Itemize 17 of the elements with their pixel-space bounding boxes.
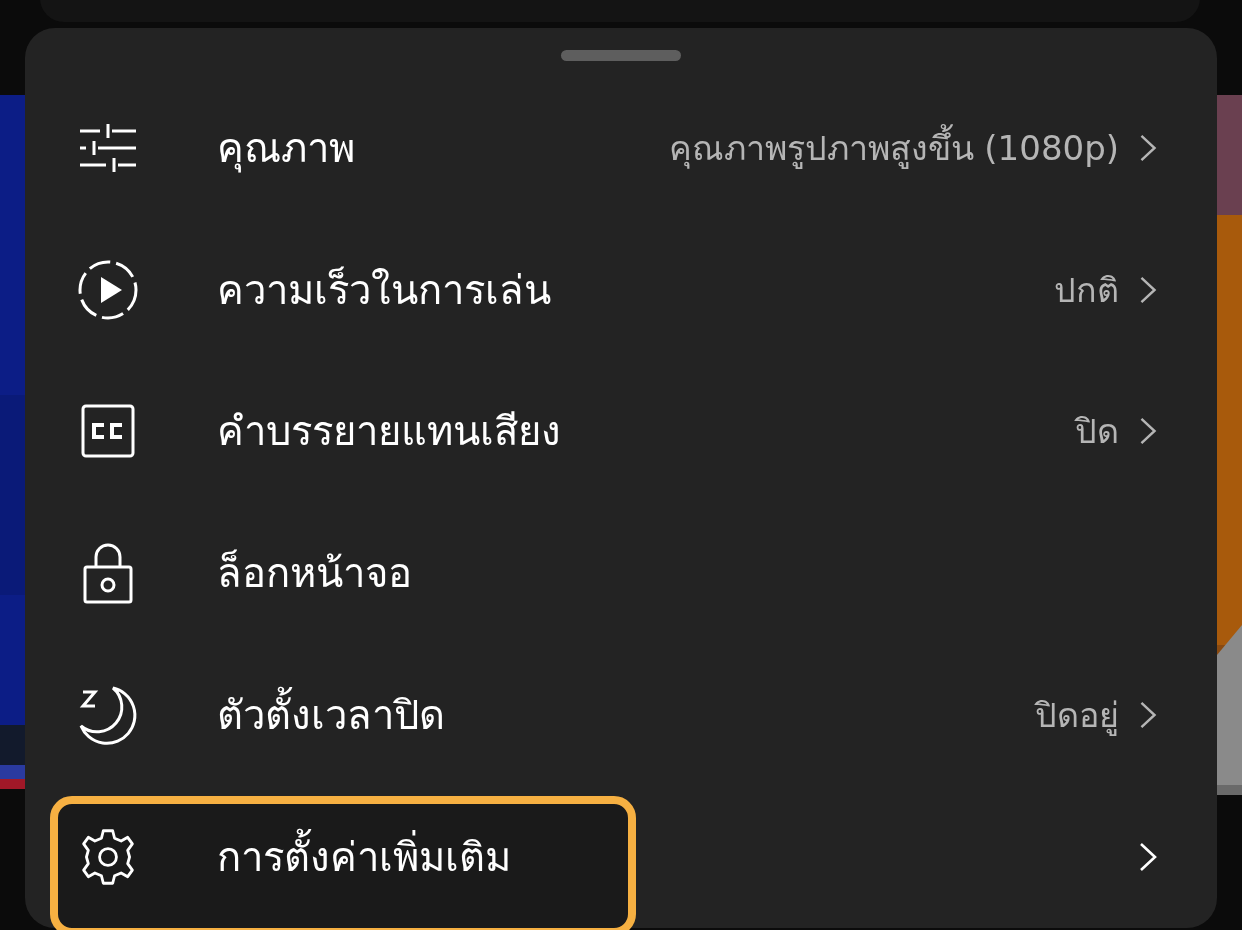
menu-label: ความเร็วในการเล่น xyxy=(217,265,551,315)
menu-label: ตัวตั้งเวลาปิด xyxy=(217,683,445,748)
menu-item[interactable]: การตั้งค่าเพิ่มเติม xyxy=(25,786,1217,928)
menu-value: ปกติ xyxy=(1054,268,1119,312)
menu-label: ล็อกหน้าจอ xyxy=(217,548,412,599)
menu-item[interactable]: คุณภาพ คุณภาพรูปภาพสูงขึ้น (1080p) xyxy=(25,76,1217,219)
menu-value: ปิด xyxy=(1075,410,1119,454)
menu-item[interactable]: ความเร็วในการเล่น ปกติ xyxy=(25,218,1217,361)
menu-item[interactable]: ล็อกหน้าจอ xyxy=(25,502,1217,645)
menu-label: คำบรรยายแทนเสียง xyxy=(217,407,561,457)
menu-value: ปิดอยู่ xyxy=(1035,694,1119,738)
menu-value: คุณภาพรูปภาพสูงขึ้น (1080p) xyxy=(668,120,1119,175)
drag-handle[interactable] xyxy=(561,50,681,61)
menu-label: คุณภาพ xyxy=(217,123,355,175)
menu-item[interactable]: คำบรรยายแทนเสียง ปิด xyxy=(25,360,1217,503)
menu-label: การตั้งค่าเพิ่มเติม xyxy=(217,825,511,890)
menu-item[interactable]: ตัวตั้งเวลาปิด ปิดอยู่ xyxy=(25,644,1217,787)
